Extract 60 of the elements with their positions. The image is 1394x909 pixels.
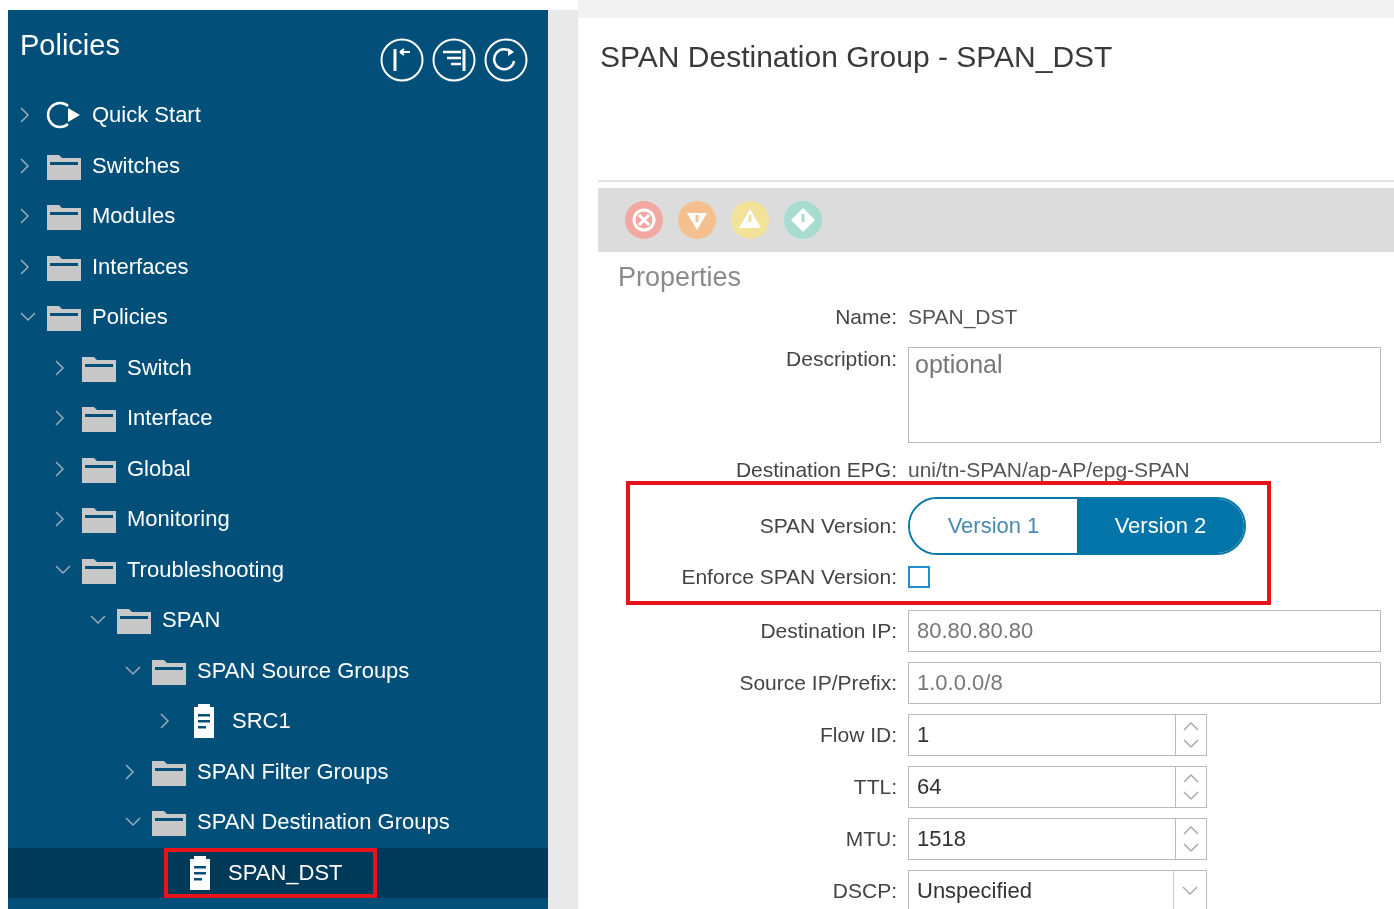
folder-icon [47,202,81,231]
number-field[interactable]: 64 [908,766,1175,808]
quick-start-icon [46,100,82,131]
filter-icon[interactable] [432,38,476,82]
tree-item-label[interactable]: Global [127,455,191,482]
section-heading: Properties [617,261,743,294]
folder-icon [117,606,151,635]
description-field[interactable]: optional [908,347,1381,443]
tree-item-label[interactable]: Policies [92,304,168,331]
folder-icon [82,505,116,534]
field-label: Flow ID: [819,723,898,747]
tree-item-label[interactable]: SRC1 [232,708,291,735]
number-field[interactable]: 1518 [908,818,1175,860]
checkbox[interactable] [908,566,930,588]
field-label: Enforce SPAN Version: [680,565,898,589]
warning-icon [730,200,770,240]
document-icon [188,855,212,890]
dropdown[interactable]: Unspecified [908,870,1207,909]
field-label: Description: [785,347,898,371]
tree-item-label[interactable]: Monitoring [127,506,230,533]
number-field[interactable]: 1 [908,714,1175,756]
folder-icon [152,808,186,837]
selected-tree-row[interactable]: SPAN_DST [8,847,548,898]
field-label: MTU: [844,827,898,851]
tree-item-label[interactable]: Quick Start [92,102,201,129]
field-value: SPAN_DST [908,304,1018,330]
collapse-icon[interactable] [380,38,424,82]
tree-item-label[interactable]: SPAN Filter Groups [197,758,389,785]
version-option[interactable]: Version 2 [1077,499,1244,553]
tree-item-label[interactable]: SPAN Destination Groups [197,809,450,836]
document-icon [192,704,216,739]
stepper-button[interactable] [1175,818,1207,860]
field-label: DSCP: [831,879,898,903]
field-label: Name: [834,304,898,330]
page-title: SPAN Destination Group - SPAN_DST [598,36,1394,182]
field-label: TTL: [852,775,898,799]
tree-item-label[interactable]: Switches [92,152,181,179]
refresh-icon[interactable] [484,38,528,82]
field-label: SPAN Version: [758,514,898,538]
tree-item-label[interactable]: Switch [127,354,192,381]
tree-item-label[interactable]: Interfaces [92,253,189,280]
caret-icon [1179,884,1201,898]
tree-item-label[interactable]: SPAN_DST [228,859,343,886]
tree-item-label[interactable]: Modules [92,203,176,230]
folder-icon [82,404,116,433]
tree-item-label[interactable]: Interface [127,405,213,432]
tree-item-label[interactable]: SPAN Source Groups [197,657,410,684]
folder-icon [47,303,81,332]
field-label: Destination IP: [759,619,898,643]
major-icon [677,200,717,240]
sidebar-title: Policies [20,28,120,63]
tree-item-label[interactable]: SPAN [162,607,221,634]
field-label: Destination EPG: [734,457,898,483]
critical-icon [624,200,664,240]
tree-item-label[interactable]: Troubleshooting [127,556,284,583]
info-icon [783,200,823,240]
field-label: Source IP/Prefix: [738,671,898,695]
stepper-button[interactable] [1175,766,1207,808]
field-value: uni/tn-SPAN/ap-AP/epg-SPAN [908,457,1190,483]
stepper-button[interactable] [1175,714,1207,756]
